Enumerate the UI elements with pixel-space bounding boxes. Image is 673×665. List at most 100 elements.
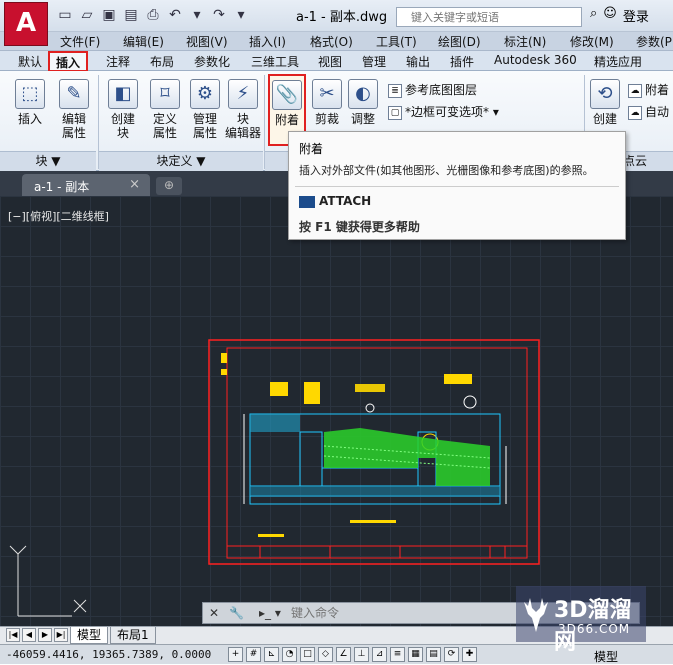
- new-icon[interactable]: ▭: [56, 6, 74, 24]
- tab-annotate[interactable]: 注释: [106, 53, 130, 70]
- tab-default[interactable]: 默认: [18, 53, 42, 70]
- document-tab[interactable]: a-1 - 副本 ×: [22, 174, 150, 196]
- status-toggles: + # ⊾ ◔ □ ◇ ∠ ⊥ ⊿ ≡ ▦ ▤ ⟳ ✚: [228, 647, 477, 662]
- frame-icon: ▢: [388, 105, 402, 120]
- prev-tab-icon[interactable]: ◀: [22, 628, 36, 642]
- block-editor-button[interactable]: ⚡ 块 编辑器: [224, 79, 262, 140]
- otrack-icon[interactable]: ∠: [336, 647, 351, 662]
- quick-access-toolbar: ▭ ▱ ▣ ▤ ⎙ ↶ ▾ ↷ ▾: [56, 6, 250, 24]
- user-icon[interactable]: ☺: [603, 6, 617, 25]
- ortho-icon[interactable]: ⊾: [264, 647, 279, 662]
- auto-icon: ☁: [628, 105, 642, 120]
- menu-draw[interactable]: 绘图(D): [438, 33, 481, 50]
- tab-model[interactable]: 模型: [70, 627, 109, 644]
- tab-plugins[interactable]: 插件: [450, 53, 474, 70]
- deer-logo-icon: [524, 598, 548, 632]
- watermark-url: 3D66.COM: [558, 622, 631, 636]
- dyn-input-icon[interactable]: ⊿: [372, 647, 387, 662]
- snap-icon[interactable]: +: [228, 647, 243, 662]
- search-input[interactable]: [397, 8, 581, 26]
- 3d-osnap-icon[interactable]: ◇: [318, 647, 333, 662]
- print-icon[interactable]: ⎙: [144, 6, 162, 24]
- adjust-icon: ◐: [348, 79, 378, 109]
- first-tab-icon[interactable]: |◀: [6, 628, 20, 642]
- insert-block-button[interactable]: ⬚ 插入: [10, 79, 50, 126]
- frame-variable-dropdown[interactable]: ▢ *边框可变选项* ▾: [388, 103, 499, 120]
- ucs-toggle-icon[interactable]: ⊥: [354, 647, 369, 662]
- menu-dimension[interactable]: 标注(N): [504, 33, 546, 50]
- manage-attribute-icon: ⚙: [190, 79, 220, 109]
- grid-icon[interactable]: #: [246, 647, 261, 662]
- tab-3d-tools[interactable]: 三维工具: [251, 53, 299, 70]
- annotation-monitor-icon[interactable]: ✚: [462, 647, 477, 662]
- menu-parametric[interactable]: 参数(P: [636, 33, 672, 50]
- menu-edit[interactable]: 编辑(E): [123, 33, 164, 50]
- tab-insert[interactable]: 插入: [48, 51, 89, 72]
- adjust-button[interactable]: ◐ 调整: [346, 79, 380, 126]
- tab-layout[interactable]: 布局: [150, 53, 174, 70]
- undo-dropdown-icon[interactable]: ▾: [188, 6, 206, 24]
- attach-pointcloud-button[interactable]: ☁ 附着: [628, 81, 669, 98]
- new-tab-button[interactable]: ⊕: [156, 177, 182, 195]
- manage-attribute-button[interactable]: ⚙ 管理 属性: [186, 79, 224, 140]
- tab-parametric[interactable]: 参数化: [194, 53, 230, 70]
- tab-autodesk-360[interactable]: Autodesk 360: [494, 53, 577, 67]
- wrench-icon[interactable]: 🔧: [229, 606, 244, 620]
- menu-format[interactable]: 格式(O): [310, 33, 353, 50]
- create-block-button[interactable]: ◧ 创建 块: [104, 79, 142, 140]
- panel-title-block[interactable]: 块 ▼: [0, 151, 96, 171]
- clip-button[interactable]: ✂ 剪裁: [310, 79, 344, 126]
- login-link[interactable]: 登录: [623, 6, 649, 25]
- redo-icon[interactable]: ↷: [210, 6, 228, 24]
- menu-view[interactable]: 视图(V): [186, 33, 228, 50]
- close-icon[interactable]: ✕: [209, 606, 219, 620]
- tab-manage[interactable]: 管理: [362, 53, 386, 70]
- lineweight-icon[interactable]: ≡: [390, 647, 405, 662]
- auto-button[interactable]: ☁ 自动: [628, 103, 669, 120]
- next-tab-icon[interactable]: ▶: [38, 628, 52, 642]
- tooltip-divider: [295, 186, 619, 187]
- polar-icon[interactable]: ◔: [282, 647, 297, 662]
- tab-layout1[interactable]: 布局1: [110, 627, 156, 644]
- save-icon[interactable]: ▣: [100, 6, 118, 24]
- tab-view[interactable]: 视图: [318, 53, 342, 70]
- attach-paperclip-icon: 📎: [272, 80, 302, 110]
- define-attribute-icon: ⌑: [150, 79, 180, 109]
- command-icon: [299, 195, 315, 208]
- menu-insert[interactable]: 插入(I): [249, 33, 286, 50]
- watermark-logo: 3D溜溜网 3D66.COM: [516, 586, 646, 655]
- ucs-icon: [9, 545, 87, 617]
- edit-attribute-button[interactable]: ✎ 编辑 属性: [54, 79, 94, 140]
- save-as-icon[interactable]: ▤: [122, 6, 140, 24]
- osnap-icon[interactable]: □: [300, 647, 315, 662]
- quick-props-icon[interactable]: ▤: [426, 647, 441, 662]
- define-attribute-button[interactable]: ⌑ 定义 属性: [146, 79, 184, 140]
- binoculars-icon[interactable]: ⌕: [590, 6, 597, 25]
- panel-title-block-definition[interactable]: 块定义 ▼: [99, 151, 263, 171]
- underlay-layers-icon: ≣: [388, 83, 402, 98]
- account-area[interactable]: ⌕ ☺ 登录: [590, 6, 649, 25]
- create-pointcloud-button[interactable]: ⟲ 创建: [588, 79, 622, 126]
- open-icon[interactable]: ▱: [78, 6, 96, 24]
- underlay-layers-button[interactable]: ≣ 参考底图图层: [388, 81, 477, 98]
- drawing-canvas[interactable]: [−][俯视][二维线框]: [0, 196, 673, 626]
- tooltip-description: 插入对外部文件(如其他图形、光栅图像和参考底图)的参照。: [299, 164, 594, 177]
- undo-icon[interactable]: ↶: [166, 6, 184, 24]
- application-menu-button[interactable]: A: [4, 2, 48, 46]
- command-prompt-icon[interactable]: ▸_ ▾: [259, 606, 281, 620]
- tab-featured-apps[interactable]: 精选应用: [594, 53, 642, 70]
- last-tab-icon[interactable]: ▶|: [54, 628, 68, 642]
- menu-tools[interactable]: 工具(T): [376, 33, 417, 50]
- clip-icon: ✂: [312, 79, 342, 109]
- edit-attribute-icon: ✎: [59, 79, 89, 109]
- menu-modify[interactable]: 修改(M): [570, 33, 614, 50]
- search-box[interactable]: [396, 7, 582, 27]
- redo-dropdown-icon[interactable]: ▾: [232, 6, 250, 24]
- close-icon[interactable]: ×: [129, 177, 140, 192]
- menu-file[interactable]: 文件(F): [60, 33, 100, 50]
- insert-block-icon: ⬚: [15, 79, 45, 109]
- tooltip-title: 附着: [299, 142, 324, 156]
- transparency-icon[interactable]: ▦: [408, 647, 423, 662]
- tab-output[interactable]: 输出: [406, 53, 430, 70]
- selection-cycle-icon[interactable]: ⟳: [444, 647, 459, 662]
